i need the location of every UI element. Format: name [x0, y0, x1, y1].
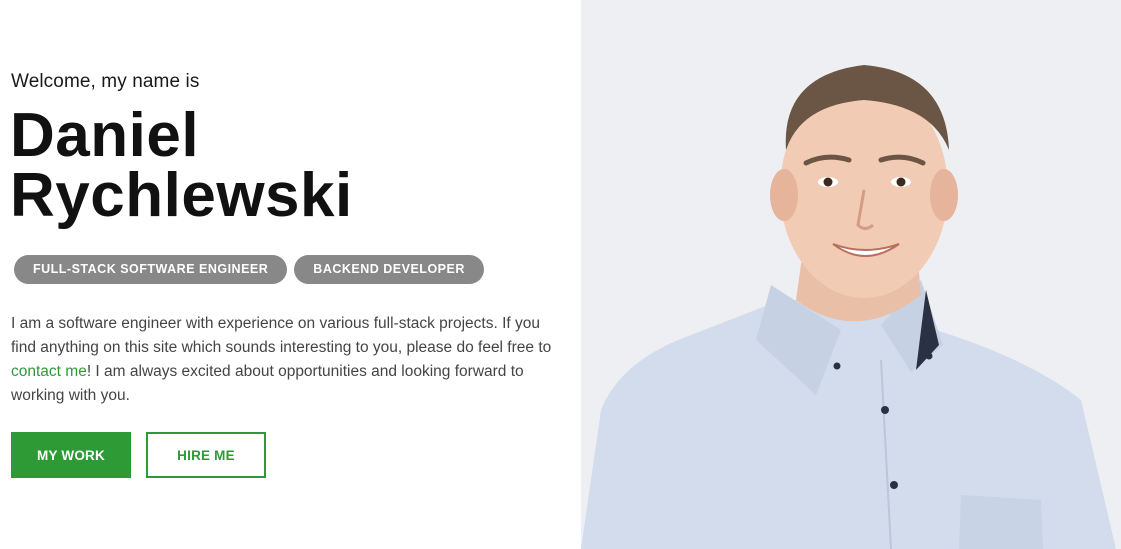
bio-text: I am a software engineer with experience… — [11, 312, 556, 408]
bio-part1: I am a software engineer with experience… — [11, 315, 552, 356]
tag-backend: BACKEND DEVELOPER — [294, 255, 484, 284]
my-work-button[interactable]: MY WORK — [11, 432, 131, 478]
tag-fullstack: FULL-STACK SOFTWARE ENGINEER — [14, 255, 288, 284]
welcome-text: Welcome, my name is — [11, 71, 200, 92]
last-name: Rychlewski — [10, 161, 353, 230]
profile-photo — [581, 0, 1121, 549]
portrait-illustration — [581, 0, 1121, 549]
hire-me-button[interactable]: HIRE ME — [146, 432, 266, 478]
bio-part2: ! I am always excited about opportunitie… — [11, 363, 524, 404]
role-tags: FULL-STACK SOFTWARE ENGINEER BACKEND DEV… — [14, 255, 484, 284]
hero-intro: Welcome, my name is Daniel Rychlewski FU… — [0, 0, 581, 549]
first-name: Daniel — [10, 101, 200, 170]
person-name: Daniel Rychlewski — [10, 101, 353, 230]
contact-me-link[interactable]: contact me — [11, 363, 87, 380]
